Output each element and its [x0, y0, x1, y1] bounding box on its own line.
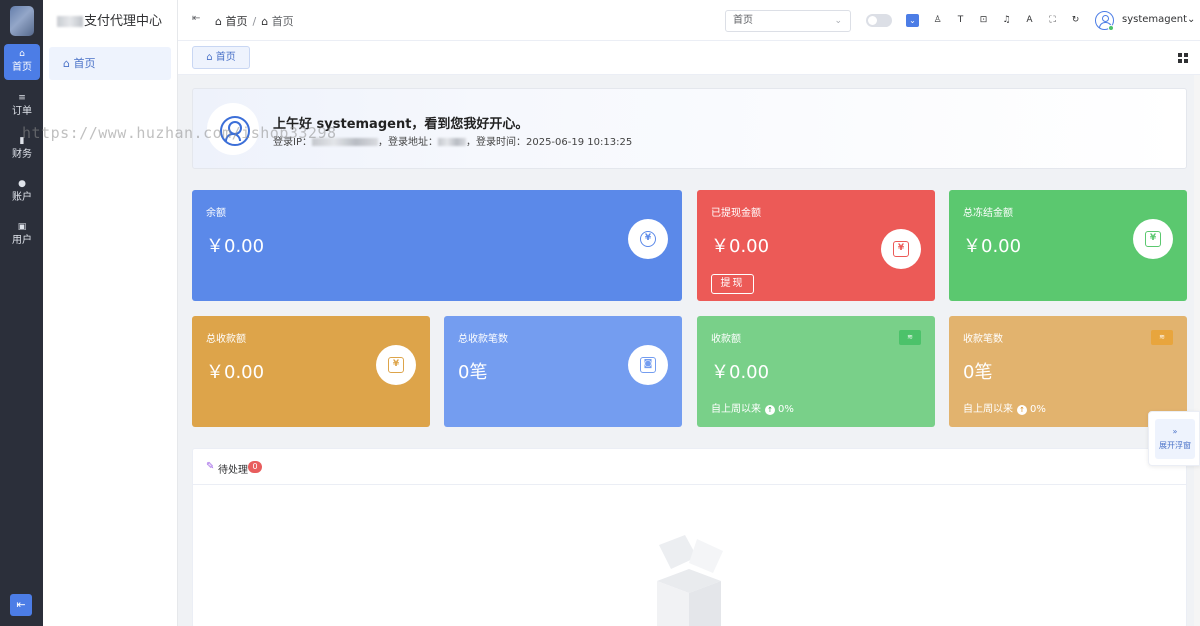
tab-bar: ⌂ 首页 [178, 41, 1200, 75]
theme-color-icon[interactable]: ⌄ [906, 14, 919, 27]
secondary-sidebar: 支付代理中心 ⌂ 首页 [43, 0, 178, 626]
pending-title: 待处理 [218, 465, 248, 476]
stat-card-total-received: 总收款额 ￥0.00 ¥ [192, 316, 430, 427]
floating-window-toggle[interactable]: » 展开浮窗 [1148, 411, 1200, 466]
list-icon: ≡ [18, 93, 26, 103]
arrow-up-icon: ↑ [1017, 405, 1027, 415]
rail-item-users[interactable]: ▣ 用户 [4, 217, 40, 253]
home-icon: ⌂ [215, 15, 222, 28]
translate-icon[interactable]: A [1023, 14, 1036, 27]
stat-value: ￥0.00 [206, 236, 265, 257]
home-icon: ⌂ [63, 57, 70, 70]
stat-value: ￥0.00 [963, 236, 1022, 257]
contact-card-icon: ◙ [628, 345, 668, 385]
rail-item-label: 订单 [12, 106, 32, 117]
welcome-card: 上午好 systemagent，看到您我好开心。 登录IP： ，登录地址： ，登录时… [192, 88, 1187, 169]
stat-card-withdrawn: 已提现金额 ￥0.00 ¥ 提现 [697, 190, 935, 301]
pen-icon: ✎ [206, 461, 215, 472]
top-header: ⇤ ⌂ 首页 / ⌂ 首页 首页 ⌄ ⌄ ♙ T ⊡ ♫ A ⛶ ↻ systema… [178, 0, 1200, 41]
float-label: 展开浮窗 [1159, 441, 1191, 450]
rail-item-account[interactable]: ● 账户 [4, 174, 40, 210]
stat-card-received: 收款额 ￥0.00 ≋ 自上周以来 ↑ 0% [697, 316, 935, 427]
rail-item-label: 账户 [12, 192, 32, 203]
stat-card-frozen: 总冻结金额 ￥0.00 ¥ [949, 190, 1187, 301]
sidebar-item-home[interactable]: ⌂ 首页 [49, 47, 171, 80]
menu-search-select[interactable]: 首页 ⌄ [725, 10, 851, 32]
chevron-down-icon: ⌄ [834, 16, 842, 26]
yuan-note-icon: ¥ [881, 229, 921, 269]
refresh-icon[interactable]: ↻ [1069, 14, 1082, 27]
empty-box-icon [657, 535, 723, 626]
home-icon: ⌂ [206, 52, 213, 63]
collapse-menu-icon[interactable]: ⇤ [10, 594, 32, 616]
rail-item-orders[interactable]: ≡ 订单 [4, 88, 40, 124]
app-rail: ⌂ 首页 ≡ 订单 ▮ 财务 ● 账户 ▣ 用户 ⇤ [0, 0, 43, 626]
stat-label: 总收款额 [206, 334, 246, 345]
font-size-icon[interactable]: T [954, 14, 967, 27]
pending-count-badge: 0 [248, 461, 262, 473]
wifi-icon: ≋ [899, 330, 921, 345]
stat-card-total-count: 总收款笔数 0笔 ◙ [444, 316, 682, 427]
stat-label: 总冻结金额 [963, 208, 1013, 219]
rail-item-label: 首页 [12, 62, 32, 73]
sidebar-item-label: 首页 [73, 57, 96, 70]
stat-label: 总收款笔数 [458, 334, 508, 345]
tab-menu-icon[interactable] [1178, 53, 1188, 63]
online-status-dot [1108, 25, 1114, 31]
rail-item-label: 用户 [12, 235, 32, 246]
chevron-double-down-icon: » [1172, 427, 1178, 436]
chevron-down-icon: ⌄ [1187, 14, 1196, 25]
stat-label: 收款额 [711, 334, 741, 345]
week-change: 自上周以来 ↑ 0% [711, 404, 794, 415]
yuan-note-icon: ¥ [1133, 219, 1173, 259]
skin-icon[interactable]: ♙ [931, 14, 944, 27]
week-change: 自上周以来 ↑ 0% [963, 404, 1046, 415]
redacted-address [437, 138, 466, 146]
sidebar-title: 支付代理中心 [57, 10, 162, 29]
stat-value: 0笔 [963, 362, 993, 383]
fullscreen-icon[interactable]: ⛶ [1046, 14, 1059, 27]
pending-panel: ✎ 待处理 0 [192, 448, 1187, 626]
stat-label: 收款笔数 [963, 334, 1003, 345]
stat-value: ￥0.00 [711, 236, 770, 257]
lock-icon[interactable]: ⊡ [977, 14, 990, 27]
stat-value: ￥0.00 [206, 362, 265, 383]
watermark-text: https://www.huzhan.com/ishop33298 [22, 124, 337, 142]
home-icon: ⌂ [19, 49, 25, 59]
tab-home[interactable]: ⌂ 首页 [192, 46, 250, 69]
rail-item-home[interactable]: ⌂ 首页 [4, 44, 40, 80]
wifi-icon: ≋ [1151, 330, 1173, 345]
stat-label: 余额 [206, 208, 226, 219]
user-icon: ▣ [17, 222, 27, 232]
home-icon: ⌂ [261, 15, 269, 28]
breadcrumb-item[interactable]: 首页 [225, 15, 247, 28]
withdraw-button[interactable]: 提现 [711, 274, 754, 294]
app-logo [10, 6, 34, 36]
stat-label: 已提现金额 [711, 208, 761, 219]
breadcrumb-item: 首页 [271, 15, 294, 28]
stat-value: ￥0.00 [711, 362, 770, 383]
breadcrumb: ⌂ 首页 / ⌂ 首页 [215, 15, 294, 28]
dark-mode-switch[interactable] [866, 14, 892, 27]
redacted-brand [57, 16, 83, 27]
pending-header: ✎ 待处理 0 [193, 449, 1186, 485]
stat-card-balance: 余额 ￥0.00 ¥ [192, 190, 682, 301]
yuan-coin-icon: ¥ [628, 219, 668, 259]
user-menu[interactable]: systemagent⌄ [1122, 14, 1195, 25]
fold-sidebar-icon[interactable]: ⇤ [192, 13, 200, 24]
arrow-up-icon: ↑ [765, 405, 775, 415]
yuan-note-icon: ¥ [376, 345, 416, 385]
stat-value: 0笔 [458, 362, 488, 383]
page-scrollbar[interactable] [1194, 75, 1200, 626]
rail-item-label: 财务 [12, 149, 32, 160]
account-icon: ● [18, 179, 26, 189]
bell-icon[interactable]: ♫ [1000, 14, 1013, 27]
